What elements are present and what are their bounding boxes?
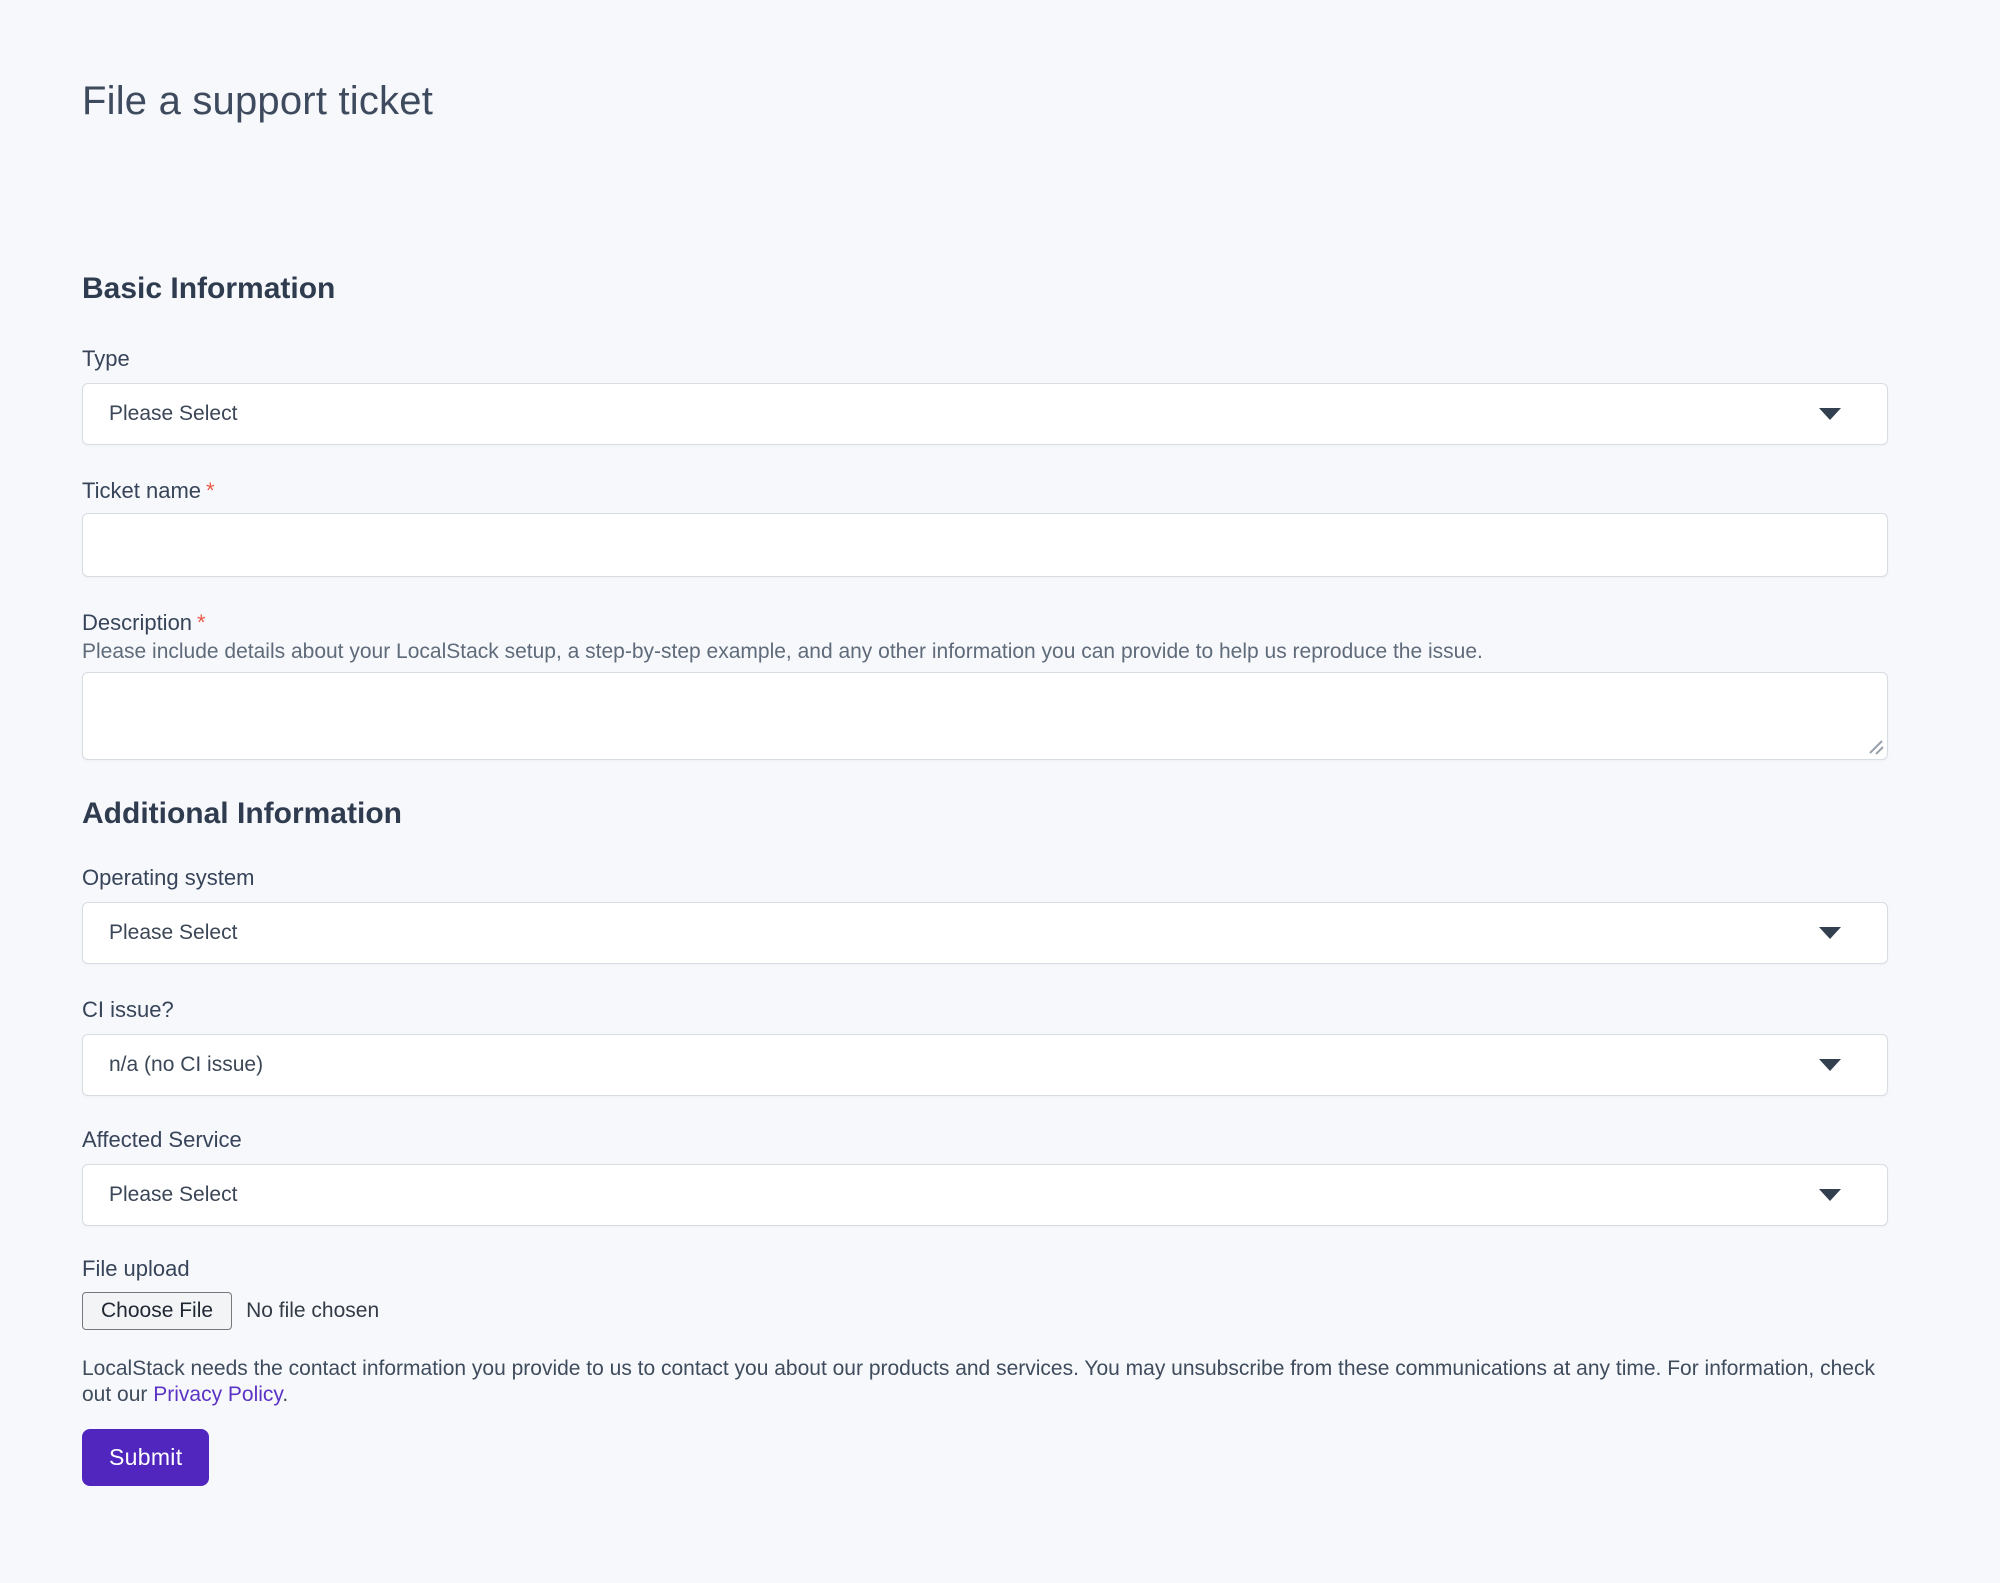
ci-issue-label-text: CI issue? (82, 997, 174, 1022)
type-label-text: Type (82, 346, 130, 371)
ci-issue-select-value: n/a (no CI issue) (109, 1053, 263, 1077)
chevron-down-icon (1819, 927, 1841, 939)
section-heading-basic-information: Basic Information (82, 272, 1888, 306)
privacy-policy-link[interactable]: Privacy Policy (153, 1383, 282, 1406)
disclaimer-before: LocalStack needs the contact information… (82, 1357, 1875, 1406)
operating-system-select[interactable]: Please Select (82, 902, 1888, 964)
operating-system-label-text: Operating system (82, 865, 254, 890)
affected-service-label-text: Affected Service (82, 1127, 242, 1152)
required-asterisk: * (197, 610, 206, 635)
page-title: File a support ticket (82, 78, 1888, 124)
chevron-down-icon (1819, 1059, 1841, 1071)
file-upload-status: No file chosen (246, 1299, 379, 1323)
file-upload-row: Choose File No file chosen (82, 1290, 1888, 1332)
file-upload-label: File upload (82, 1256, 1888, 1282)
affected-service-label: Affected Service (82, 1127, 1888, 1153)
section-heading-additional-information: Additional Information (82, 797, 1888, 831)
description-textarea[interactable] (82, 672, 1888, 760)
description-label: Description* (82, 610, 1888, 636)
disclaimer-after: . (282, 1383, 288, 1406)
ticket-name-label-text: Ticket name (82, 478, 201, 503)
affected-service-select-value: Please Select (109, 1183, 237, 1207)
operating-system-label: Operating system (82, 865, 1888, 891)
type-label: Type (82, 346, 1888, 372)
ticket-name-label: Ticket name* (82, 478, 1888, 504)
ci-issue-label: CI issue? (82, 997, 1888, 1023)
choose-file-button[interactable]: Choose File (82, 1292, 232, 1330)
required-asterisk: * (206, 478, 215, 503)
affected-service-select[interactable]: Please Select (82, 1164, 1888, 1226)
file-upload-label-text: File upload (82, 1256, 190, 1281)
type-select[interactable]: Please Select (82, 383, 1888, 445)
chevron-down-icon (1819, 1189, 1841, 1201)
description-helper-text: Please include details about your LocalS… (82, 639, 1888, 665)
description-label-text: Description (82, 610, 192, 635)
disclaimer-text: LocalStack needs the contact information… (82, 1356, 1888, 1408)
description-textarea-wrap (82, 672, 1888, 760)
chevron-down-icon (1819, 408, 1841, 420)
submit-button[interactable]: Submit (82, 1429, 209, 1486)
operating-system-select-value: Please Select (109, 921, 237, 945)
type-select-value: Please Select (109, 402, 237, 426)
ticket-name-input[interactable] (82, 513, 1888, 577)
ci-issue-select[interactable]: n/a (no CI issue) (82, 1034, 1888, 1096)
support-ticket-page: File a support ticket Basic Information … (0, 78, 2000, 1583)
